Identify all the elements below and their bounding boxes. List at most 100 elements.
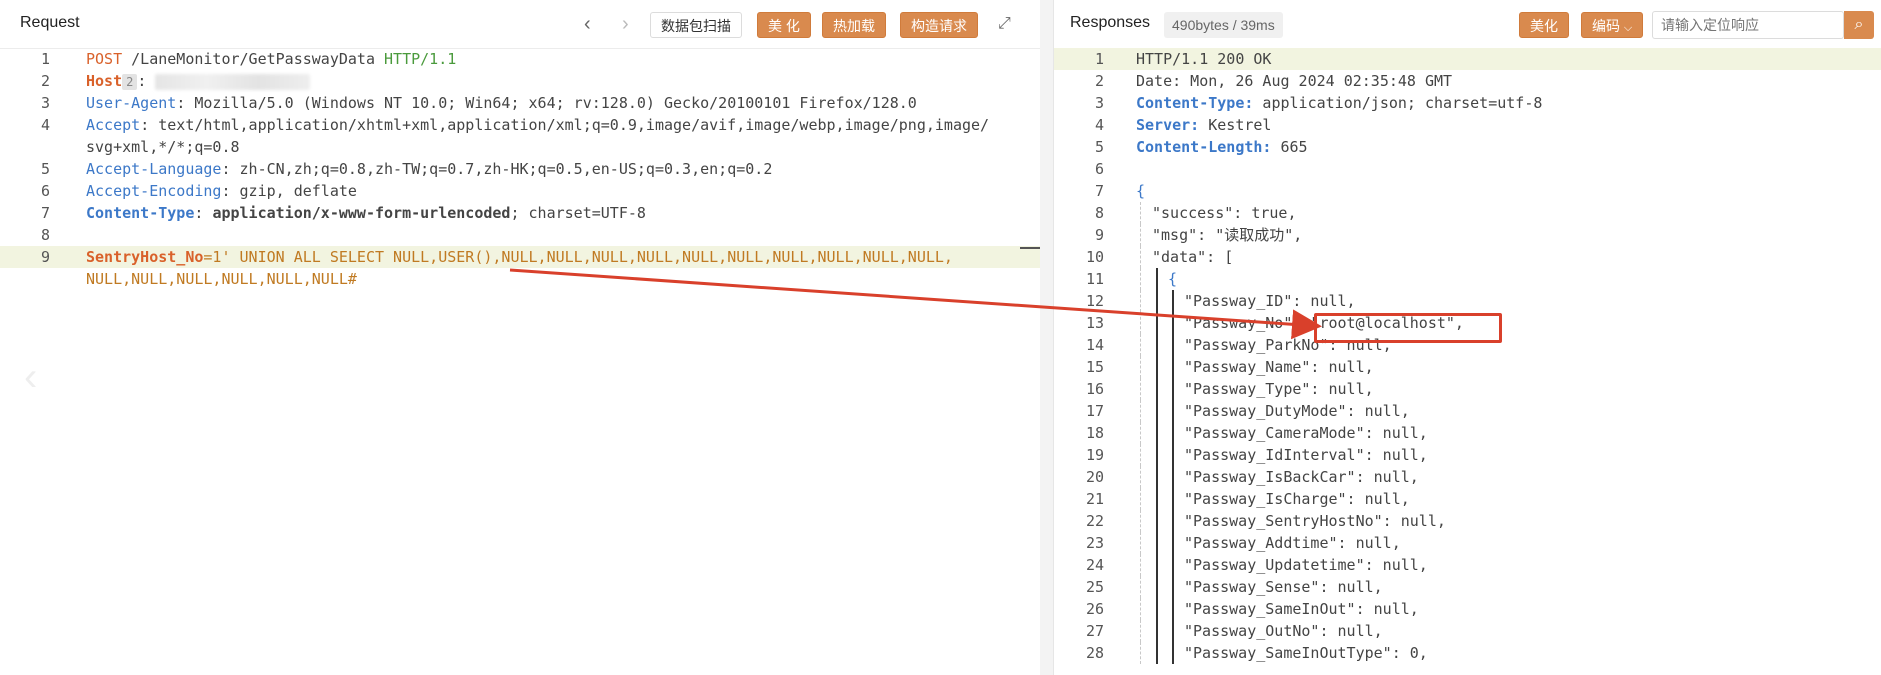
code-token: "Passway_SentryHostNo": null, [1184, 512, 1446, 530]
line-number: 7 [1094, 182, 1104, 200]
code-token: "Passway_Updatetime": null, [1184, 556, 1428, 574]
code-token: HTTP/1.1 [384, 50, 457, 68]
code-line: 3 Content-Type: application/json; charset… [1054, 92, 1881, 114]
expand-icon[interactable]: ⤢ [998, 14, 1011, 34]
redacted-host [155, 73, 311, 90]
code-token: application/x-www-form-urlencoded [212, 204, 511, 222]
locate-response-input[interactable] [1652, 11, 1844, 39]
response-beautify-button[interactable]: 美化 [1519, 12, 1569, 38]
code-line: 7 Content-Type: application/x-www-form-ur… [0, 202, 1040, 224]
code-line: 6 Accept-Encoding: gzip, deflate [0, 180, 1040, 202]
code-token: ; charset=UTF-8 [510, 204, 646, 222]
indent-guide [1172, 378, 1174, 400]
indent-guide [1172, 488, 1174, 510]
indent-guide [1156, 378, 1158, 400]
indent-guide [1172, 576, 1174, 598]
panel-divider[interactable] [1040, 0, 1053, 675]
code-line: 26 "Passway_SameInOut": null, [1054, 598, 1881, 620]
search-icon[interactable]: ⌕ [1844, 11, 1874, 39]
code-token: : gzip, deflate [221, 182, 357, 200]
indent-guide [1140, 202, 1141, 224]
line-text: "Passway_Name": null, [1184, 356, 1374, 378]
chevron-down-icon: ⌵ [1623, 22, 1633, 34]
chevron-right-icon[interactable]: › [622, 14, 629, 34]
line-text: Accept-Encoding: gzip, deflate [86, 180, 357, 202]
line-text: "Passway_OutNo": null, [1184, 620, 1383, 642]
code-token: "Passway_OutNo": null, [1184, 622, 1383, 640]
line-text: NULL,NULL,NULL,NULL,NULL,NULL# [86, 268, 357, 290]
line-number: 20 [1085, 468, 1104, 486]
line-text: "success": true, [1152, 202, 1297, 224]
code-line: 17 "Passway_DutyMode": null, [1054, 400, 1881, 422]
code-token: { [1136, 182, 1146, 200]
code-token: "Passway_IdInterval": null, [1184, 446, 1428, 464]
indent-guide [1156, 356, 1158, 378]
scan-packet-button[interactable]: 数据包扫描 [650, 12, 742, 38]
code-token: "msg": "读取成功", [1152, 226, 1303, 244]
code-token: 665 [1271, 138, 1308, 156]
host-count-badge: 2 [122, 73, 138, 90]
indent-guide [1156, 466, 1158, 488]
hotload-button[interactable]: 热加载 [822, 12, 886, 38]
request-panel: Request ‹ › 数据包扫描 美 化 热加载 构造请求 ⤢ 1 POST /… [0, 0, 1041, 675]
chevron-left-icon[interactable]: ‹ [24, 355, 37, 400]
indent-guide [1172, 554, 1174, 576]
indent-guide [1156, 422, 1158, 444]
code-token: Kestrel [1199, 116, 1272, 134]
code-token: SentryHost_No [86, 248, 204, 266]
indent-guide [1156, 576, 1158, 598]
request-editor[interactable]: 1 POST /LaneMonitor/GetPasswayData HTTP/1… [0, 48, 1040, 675]
code-line: 21 "Passway_IsCharge": null, [1054, 488, 1881, 510]
code-token: NULL,NULL,NULL,NULL,NULL,NULL# [86, 270, 357, 288]
indent-guide [1140, 246, 1141, 268]
request-toolbar: Request ‹ › 数据包扫描 美 化 热加载 构造请求 ⤢ [0, 0, 1040, 49]
code-token: Accept [86, 116, 141, 134]
code-token: "success": true, [1152, 204, 1297, 222]
line-text: "Passway_SameInOutType": 0, [1184, 642, 1428, 664]
code-token: Server: [1136, 116, 1200, 134]
code-token: Content-Type [86, 204, 195, 222]
code-token: "Passway_IsBackCar": null, [1184, 468, 1419, 486]
response-viewer[interactable]: 1 HTTP/1.1 200 OK 2 Date: Mon, 26 Aug 2024 … [1054, 48, 1881, 675]
code-token: "Passway_Addtime": null, [1184, 534, 1401, 552]
indent-guide [1172, 642, 1174, 664]
indent-guide [1156, 334, 1158, 356]
indent-guide [1172, 290, 1174, 312]
code-line: 25 "Passway_Sense": null, [1054, 576, 1881, 598]
code-line: 22 "Passway_SentryHostNo": null, [1054, 510, 1881, 532]
indent-guide [1140, 268, 1141, 290]
beautify-button[interactable]: 美 化 [757, 12, 811, 38]
code-token: "Passway_CameraMode": null, [1184, 424, 1428, 442]
line-number: 18 [1085, 424, 1104, 442]
line-number: 3 [1094, 94, 1104, 112]
line-number: 6 [1094, 160, 1104, 178]
line-number: 5 [1094, 138, 1104, 156]
code-token: User-Agent [86, 94, 177, 112]
indent-guide [1156, 488, 1158, 510]
indent-guide [1156, 444, 1158, 466]
indent-guide [1172, 312, 1174, 334]
code-line: 8 "success": true, [1054, 202, 1881, 224]
line-number: 26 [1085, 600, 1104, 618]
chevron-left-icon[interactable]: ‹ [584, 14, 591, 34]
line-text: Content-Type: application/json; charset=… [1136, 92, 1542, 114]
code-token: "data": [ [1152, 248, 1234, 266]
code-line: 1 POST /LaneMonitor/GetPasswayData HTTP/1… [0, 48, 1040, 70]
code-line: 27 "Passway_OutNo": null, [1054, 620, 1881, 642]
encoding-button[interactable]: 编码 ⌵ [1581, 12, 1644, 38]
indent-guide [1172, 444, 1174, 466]
line-number: 27 [1085, 622, 1104, 640]
response-toolbar: Responses 490bytes / 39ms 美化 编码 ⌵ ⌕ [1054, 0, 1881, 49]
line-number: 21 [1085, 490, 1104, 508]
indent-guide [1140, 312, 1141, 334]
build-request-button[interactable]: 构造请求 [900, 12, 978, 38]
code-token: Content-Length: [1136, 138, 1272, 156]
line-text: "Passway_SameInOut": null, [1184, 598, 1419, 620]
line-text: "data": [ [1152, 246, 1233, 268]
code-token: Accept-Language [86, 160, 222, 178]
code-line: 11 { [1054, 268, 1881, 290]
indent-guide [1156, 598, 1158, 620]
line-number: 9 [40, 248, 50, 266]
code-token: "Passway_SameInOut": null, [1184, 600, 1419, 618]
indent-guide [1140, 422, 1141, 444]
